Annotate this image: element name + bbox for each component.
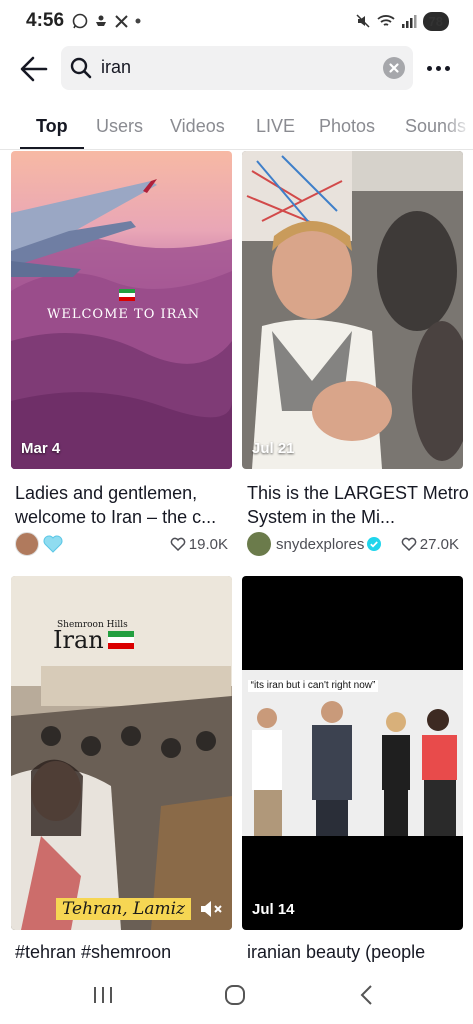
video-overlay-text: “its iran but i can't right now” [248, 680, 378, 692]
metro-selfie-image [242, 151, 463, 469]
username[interactable]: snydexplores [276, 536, 364, 553]
avatar[interactable] [15, 532, 39, 556]
search-tabs: Top Users Videos LIVE Photos Sounds [0, 104, 473, 150]
system-status-icons: 78 [355, 11, 449, 31]
verified-badge-icon [367, 537, 382, 551]
tab-photos[interactable]: Photos [319, 116, 375, 137]
clear-search-button[interactable] [383, 57, 405, 79]
video-thumbnail-1[interactable]: Mar 4 WELCOME TO IRAN [11, 151, 232, 469]
status-time: 4:56 [26, 10, 65, 31]
search-header: iran [0, 46, 473, 92]
battery-indicator: 78 [422, 11, 449, 31]
video-thumbnail-2[interactable]: Jul 21 [242, 151, 463, 469]
recent-apps-button[interactable] [88, 980, 118, 1010]
video-overlay-text: WELCOME TO IRAN [47, 307, 201, 322]
more-dot-icon [444, 65, 450, 71]
arrow-left-icon [20, 56, 48, 82]
heart-icon [401, 537, 417, 551]
people-standing-image [242, 670, 463, 836]
video-thumbnail-4[interactable]: “its iran but i can't right now” Jul 14 [242, 576, 463, 930]
chevron-left-icon [360, 985, 372, 1005]
active-tab-indicator [20, 147, 84, 149]
video-title[interactable]: This is the LARGEST Metro System in the … [247, 481, 469, 529]
iran-flag-icon [108, 631, 134, 649]
app-notification-icon [96, 15, 107, 26]
dot-icon [135, 18, 141, 24]
tab-top[interactable]: Top [36, 116, 68, 137]
avatar[interactable] [247, 532, 271, 556]
heart-emoji-icon [43, 535, 63, 553]
video-meta: 19.0K [15, 531, 228, 557]
video-date: Jul 21 [252, 440, 295, 457]
more-options-button[interactable] [424, 58, 452, 78]
search-query: iran [101, 57, 132, 77]
like-count: 27.0K [401, 536, 459, 553]
system-navigation-bar [0, 968, 473, 1024]
system-back-button[interactable] [352, 980, 382, 1010]
notification-icons [72, 13, 142, 29]
tab-users[interactable]: Users [96, 116, 143, 137]
home-button[interactable] [220, 980, 250, 1010]
tab-videos[interactable]: Videos [170, 116, 225, 137]
status-bar: 4:56 78 [0, 0, 473, 42]
more-dot-icon [435, 65, 441, 71]
like-count-value: 27.0K [419, 535, 459, 553]
video-thumbnail-3[interactable]: Shemroon Hills Iran Tehran, Lamiz [11, 576, 232, 930]
whatsapp-icon [72, 13, 88, 29]
iran-flag-icon [119, 289, 135, 301]
video-date: Jul 14 [252, 901, 295, 918]
x-app-icon [115, 14, 128, 28]
video-date: Mar 4 [21, 440, 61, 457]
video-title[interactable]: #tehran #shemroon [15, 940, 237, 964]
video-title[interactable]: Ladies and gentlemen, welcome to Iran – … [15, 481, 237, 529]
mute-icon[interactable] [199, 898, 223, 920]
like-count: 19.0K [170, 536, 228, 553]
search-input[interactable]: iran [61, 46, 413, 90]
signal-icon [401, 15, 417, 28]
back-button[interactable] [18, 54, 50, 84]
wifi-icon [376, 15, 395, 26]
tabs-fade [443, 104, 473, 149]
video-title[interactable]: iranian beauty (people [247, 940, 469, 964]
video-meta: snydexplores 27.0K [247, 531, 459, 557]
tab-live[interactable]: LIVE [256, 116, 295, 137]
home-icon [225, 985, 245, 1005]
more-dot-icon [426, 65, 432, 71]
search-icon [70, 57, 92, 79]
close-icon [389, 63, 399, 73]
video-caption-badge: Tehran, Lamiz [56, 898, 191, 920]
like-count-value: 19.0K [188, 535, 228, 553]
heart-icon [170, 537, 186, 551]
recent-apps-icon [94, 987, 112, 1003]
video-overlay-title: Iran [53, 626, 104, 654]
mute-icon [356, 14, 370, 28]
